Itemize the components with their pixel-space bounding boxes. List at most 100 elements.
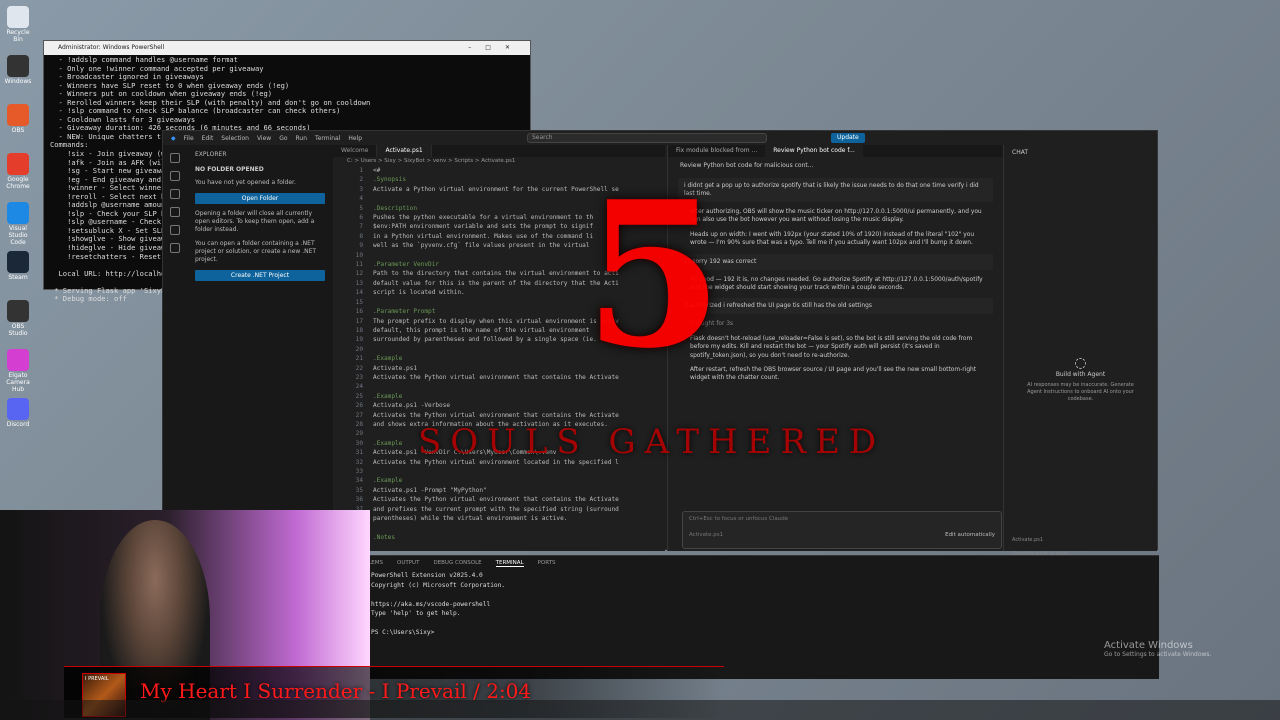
desktop-icon[interactable]: Windows	[2, 55, 34, 85]
line-text: .Synopsis	[373, 176, 407, 184]
explorer-title: EXPLORER	[195, 151, 227, 158]
line-number: 5	[359, 204, 363, 212]
line-text: Activates the Python virtual environment…	[373, 373, 619, 381]
menu-item[interactable]: Help	[348, 135, 362, 142]
line-text: The prompt prefix to display when this v…	[373, 317, 619, 325]
desktop-icon-label: Google Chrome	[6, 176, 30, 190]
line-text: default value for this is the parent of …	[373, 279, 619, 287]
line-text: .Example	[373, 392, 403, 400]
desktop-icon-label: Visual Studio Code	[8, 225, 28, 246]
vscode-titlebar: ◆ File Edit Selection View Go Run Terminal Help…	[163, 131, 1157, 145]
line-text: .Notes	[373, 533, 396, 541]
activate-windows-watermark: Activate Windows Go to Settings to activa…	[1104, 640, 1212, 658]
desktop-icon[interactable]: Recycle Bin	[2, 6, 34, 43]
line-number: 19	[355, 336, 363, 344]
line-number: 22	[355, 364, 363, 372]
powershell-titlebar[interactable]: Administrator: Windows PowerShell –□✕	[44, 41, 530, 55]
chat-tabs[interactable]: Fix module blocked from ... Review Pytho…	[668, 145, 1003, 157]
right-chat-input[interactable]: Describe what to build	[1012, 551, 1068, 557]
menu-item[interactable]: Go	[279, 135, 287, 142]
files-icon[interactable]	[170, 153, 180, 163]
menu-bar[interactable]: File Edit Selection View Go Run Terminal Help	[184, 135, 362, 142]
terminal-output[interactable]: PowerShell Extension v2025.4.0 Copyright…	[333, 571, 1159, 638]
line-number: 29	[355, 430, 363, 438]
desktop-icon[interactable]: Google Chrome	[2, 153, 34, 190]
search-icon[interactable]	[170, 171, 180, 181]
line-number: 2	[359, 176, 363, 184]
activity-bar[interactable]	[163, 145, 187, 549]
desktop-icon-label: Discord	[6, 421, 30, 428]
test-icon[interactable]	[170, 243, 180, 253]
line-number: 10	[355, 251, 363, 259]
terminal-tabs[interactable]: PROBLEMSOUTPUTDEBUG CONSOLETERMINALPORTS	[333, 556, 1159, 571]
build-with-agent-heading: Build with Agent	[1055, 371, 1106, 378]
attached-file[interactable]: Activate.ps1	[689, 532, 723, 538]
chat-tab-review[interactable]: Review Python bot code f...	[765, 145, 863, 157]
menu-item[interactable]: Run	[296, 135, 308, 142]
menu-item[interactable]: Edit	[202, 135, 214, 142]
copilot-chat-panel: CHAT ◌ Build with Agent AI responses may…	[1003, 145, 1157, 557]
menu-item[interactable]: Selection	[221, 135, 249, 142]
desktop-icon[interactable]: Discord	[2, 398, 34, 428]
editor-tab[interactable]: Activate.ps1	[377, 145, 432, 157]
desktop-icon[interactable]: Visual Studio Code	[2, 202, 34, 246]
panel-tab[interactable]: TERMINAL	[495, 560, 524, 567]
create-net-project-button[interactable]: Create .NET Project	[195, 270, 325, 281]
user-message: ys sorry 192 was correct	[678, 253, 993, 270]
desktop-icon-label: OBS	[11, 127, 25, 134]
editor-tabs[interactable]: Welcome Activate.ps1	[333, 145, 665, 157]
update-button[interactable]: Update	[831, 133, 865, 143]
line-text: $env:PATH environment variable and sets …	[373, 223, 594, 231]
menu-item[interactable]: File	[184, 135, 194, 142]
explorer-panel: EXPLORER NO FOLDER OPENED You have not y…	[187, 145, 333, 549]
desktop-icon-label: Recycle Bin	[6, 29, 30, 43]
editor-tab[interactable]: Welcome	[333, 145, 378, 157]
edit-mode-toggle[interactable]: Edit automatically	[945, 532, 995, 538]
app-icon	[7, 202, 29, 224]
menu-item[interactable]: Terminal	[315, 135, 340, 142]
line-text: script is located within.	[373, 289, 465, 297]
line-number: 28	[355, 420, 363, 428]
desktop-icon[interactable]: OBS	[2, 104, 34, 134]
run-debug-icon[interactable]	[170, 207, 180, 217]
menu-item[interactable]: View	[257, 135, 271, 142]
source-control-icon[interactable]	[170, 189, 180, 199]
right-attached-file[interactable]: Activate.ps1	[1012, 537, 1068, 543]
line-text: .Example	[373, 477, 403, 485]
line-text: Activate.ps1	[373, 364, 418, 372]
desktop-icon[interactable]: Steam	[2, 251, 34, 281]
terminal-panel[interactable]: PROBLEMSOUTPUTDEBUG CONSOLETERMINALPORTS…	[333, 555, 1159, 679]
search-box[interactable]: Search	[527, 133, 767, 143]
line-number: 18	[355, 326, 363, 334]
line-text: <#	[373, 167, 381, 174]
line-text: Pushes the python executable for a virtu…	[373, 214, 594, 222]
line-number: 34	[355, 477, 363, 485]
open-folder-button[interactable]: Open Folder	[195, 193, 325, 204]
line-number: 35	[355, 486, 363, 494]
app-icon	[7, 104, 29, 126]
explorer-msg3: You can open a folder containing a .NET …	[195, 240, 317, 263]
app-icon	[7, 153, 29, 175]
line-text: default, this prompt is the name of the …	[373, 326, 590, 334]
desktop-icon[interactable]: OBS Studio	[2, 300, 34, 337]
taskbar[interactable]	[0, 700, 1280, 720]
desktop-icon[interactable]: Elgato Camera Hub	[2, 349, 34, 393]
chat-input[interactable]: Ctrl+Esc to focus or unfocus Claude Acti…	[682, 511, 1002, 549]
window-buttons[interactable]: –□✕	[468, 41, 524, 55]
line-text: .Example	[373, 355, 403, 363]
panel-tab[interactable]: OUTPUT	[397, 560, 419, 567]
line-text: Activate.ps1 -Prompt "MyPython"	[373, 486, 487, 494]
explorer-section[interactable]: NO FOLDER OPENED	[195, 166, 325, 173]
line-number: 27	[355, 411, 363, 419]
line-number: 23	[355, 373, 363, 381]
explorer-msg2: Opening a folder will close all currentl…	[195, 210, 315, 233]
chat-tab-fix[interactable]: Fix module blocked from ...	[668, 145, 765, 157]
chat-input-placeholder: Ctrl+Esc to focus or unfocus Claude	[689, 516, 789, 522]
desktop-icon-label: OBS Studio	[8, 323, 28, 337]
extensions-icon[interactable]	[170, 225, 180, 235]
app-icon	[7, 251, 29, 273]
app-icon	[7, 6, 29, 28]
panel-tab[interactable]: DEBUG CONSOLE	[433, 560, 481, 567]
panel-tab[interactable]: PORTS	[538, 560, 556, 567]
line-text: Activate a Python virtual environment fo…	[373, 185, 619, 193]
